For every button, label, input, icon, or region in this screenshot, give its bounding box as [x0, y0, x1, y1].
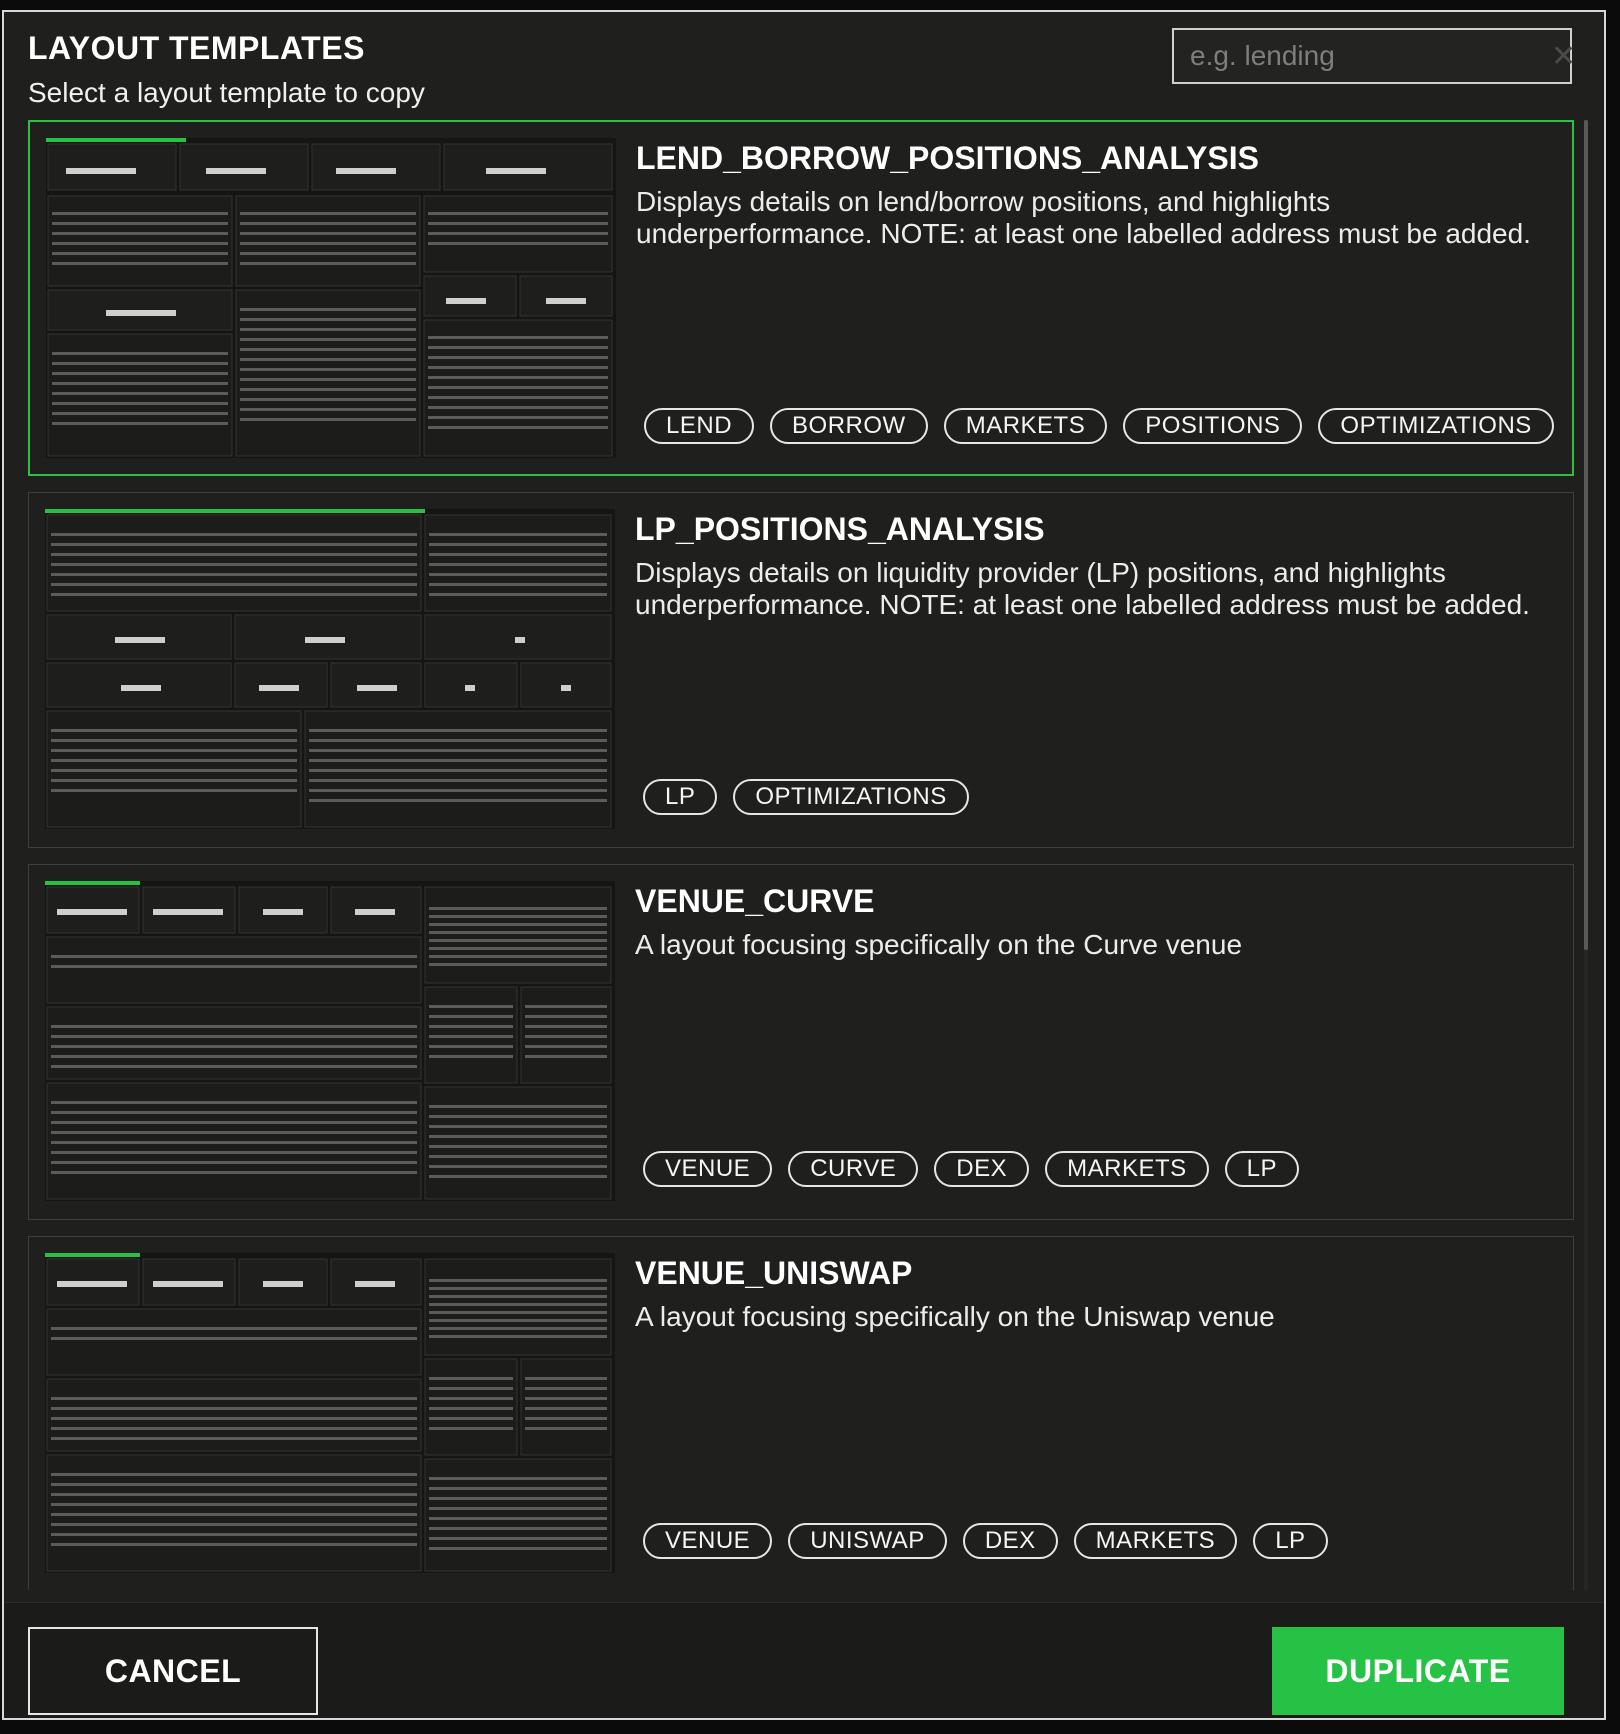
tag-uniswap: UNISWAP [788, 1523, 947, 1559]
template-description: A layout focusing specifically on the Cu… [635, 929, 1243, 960]
template-tags: LP OPTIMIZATIONS [643, 779, 969, 815]
tag-optimizations: OPTIMIZATIONS [1318, 408, 1554, 444]
template-description: Displays details on liquidity provider (… [635, 557, 1530, 620]
tag-dex: DEX [962, 1523, 1058, 1559]
template-card-venue-uniswap[interactable]: VENUE_UNISWAP A layout focusing specific… [28, 1236, 1574, 1590]
search-input[interactable] [1190, 40, 1551, 72]
template-description: Displays details on lend/borrow position… [636, 186, 1531, 249]
tag-lp: LP [1224, 1151, 1299, 1187]
tag-venue: VENUE [643, 1523, 773, 1559]
dialog-header: LAYOUT TEMPLATES Select a layout templat… [28, 30, 425, 109]
dialog-footer: CANCEL DUPLICATE [4, 1602, 1604, 1718]
template-description: A layout focusing specifically on the Un… [635, 1301, 1275, 1332]
template-preview-image [46, 138, 616, 458]
template-card-lp-positions[interactable]: LP_POSITIONS_ANALYSIS Displays details o… [28, 492, 1574, 848]
template-card-lend-borrow[interactable]: LEND_BORROW_POSITIONS_ANALYSIS Displays … [28, 120, 1574, 476]
template-tags: VENUE CURVE DEX MARKETS LP [643, 1151, 1299, 1187]
tag-positions: POSITIONS [1123, 408, 1303, 444]
template-preview-image [45, 509, 615, 829]
duplicate-button[interactable]: DUPLICATE [1272, 1627, 1564, 1715]
tag-markets: MARKETS [1045, 1151, 1209, 1187]
template-list[interactable]: LEND_BORROW_POSITIONS_ANALYSIS Displays … [28, 120, 1578, 1590]
tag-curve: CURVE [788, 1151, 919, 1187]
dialog-title: LAYOUT TEMPLATES [28, 30, 365, 66]
template-card-venue-curve[interactable]: VENUE_CURVE A layout focusing specifical… [28, 864, 1574, 1220]
search-box[interactable]: ✕ [1172, 28, 1576, 84]
tag-lp: LP [1253, 1523, 1328, 1559]
scrollbar-thumb[interactable] [1584, 120, 1588, 950]
template-tags: LEND BORROW MARKETS POSITIONS OPTIMIZATI… [644, 408, 1554, 444]
template-preview-image [45, 881, 615, 1201]
layout-templates-dialog: LAYOUT TEMPLATES Select a layout templat… [2, 10, 1606, 1720]
tag-venue: VENUE [643, 1151, 773, 1187]
cancel-button[interactable]: CANCEL [28, 1627, 318, 1715]
tag-borrow: BORROW [770, 408, 928, 444]
template-name: VENUE_UNISWAP [635, 1255, 913, 1291]
template-tags: VENUE UNISWAP DEX MARKETS LP [643, 1523, 1328, 1559]
list-scrollbar[interactable] [1584, 120, 1588, 1590]
dialog-subtitle: Select a layout template to copy [28, 77, 425, 108]
tag-dex: DEX [934, 1151, 1030, 1187]
template-preview-image [45, 1253, 615, 1573]
tag-markets: MARKETS [1073, 1523, 1238, 1559]
template-name: LEND_BORROW_POSITIONS_ANALYSIS [636, 140, 1259, 176]
template-name: VENUE_CURVE [635, 883, 875, 919]
tag-markets: MARKETS [943, 408, 1108, 444]
tag-optimizations: OPTIMIZATIONS [733, 779, 969, 815]
close-icon[interactable]: ✕ [1551, 39, 1576, 74]
tag-lp: LP [643, 779, 718, 815]
tag-lend: LEND [644, 408, 755, 444]
template-name: LP_POSITIONS_ANALYSIS [635, 511, 1045, 547]
